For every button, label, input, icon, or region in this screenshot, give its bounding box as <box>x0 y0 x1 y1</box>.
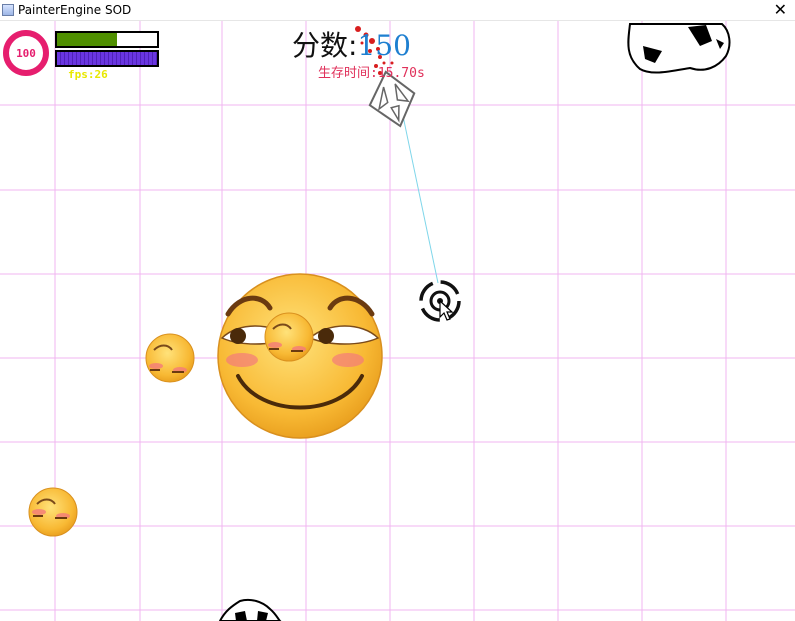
fps-counter: fps:26 <box>68 68 108 81</box>
game-canvas[interactable]: 100 fps:26 分数:150 生存时间:15.70s <box>0 21 795 621</box>
close-button[interactable]: ✕ <box>774 0 787 20</box>
window-title: PainterEngine SOD <box>18 3 132 17</box>
blushing-emoji-minion <box>145 333 195 383</box>
energy-bar-fill <box>57 52 157 65</box>
health-ring: 100 <box>3 30 49 76</box>
energy-bar <box>55 50 159 67</box>
health-value: 100 <box>16 46 36 60</box>
blushing-emoji-minion <box>28 487 78 537</box>
score-display: 分数:150 <box>292 24 411 64</box>
score-value: 150 <box>357 29 411 62</box>
ink-blob-enemy <box>627 23 731 74</box>
blushing-emoji-minion <box>264 312 314 362</box>
app-icon <box>2 4 14 16</box>
aim-line <box>402 115 439 284</box>
health-bar <box>55 31 159 48</box>
ink-blob-enemy-bottom <box>218 598 282 621</box>
game-scene <box>0 21 795 621</box>
window-titlebar: PainterEngine SOD ✕ <box>0 0 795 21</box>
survival-time: 生存时间:15.70s <box>318 66 425 81</box>
health-bar-fill <box>57 33 117 46</box>
score-label: 分数: <box>292 29 358 62</box>
